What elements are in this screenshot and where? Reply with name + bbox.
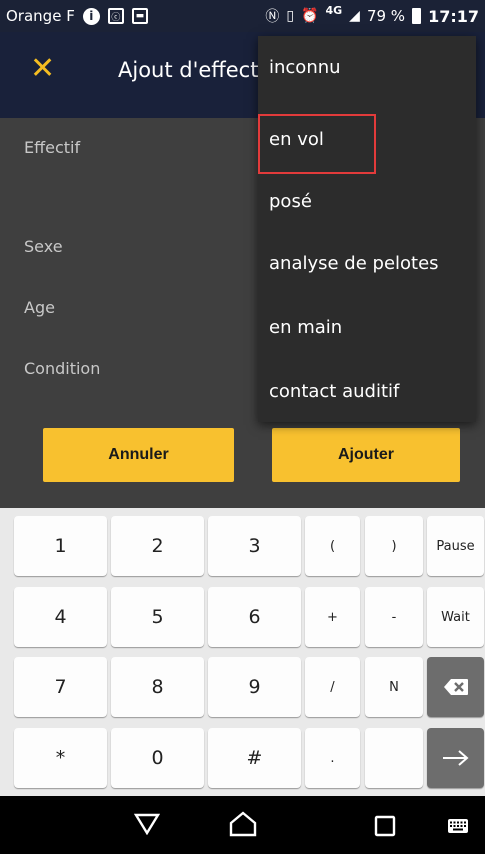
menu-item-inconnu[interactable]: inconnu [258,36,476,98]
key-pause[interactable]: Pause [427,516,484,576]
home-icon[interactable] [229,811,257,837]
key-5[interactable]: 5 [111,587,204,647]
enter-key[interactable] [427,728,484,788]
key-9[interactable]: 9 [208,657,301,717]
key-6[interactable]: 6 [208,587,301,647]
system-nav-bar [0,796,485,854]
key-n[interactable]: N [365,657,423,717]
clock: 17:17 [428,6,479,26]
page-title: Ajout d'effect [118,58,259,82]
backspace-key[interactable] [427,657,484,717]
label-condition: Condition [24,359,101,378]
condition-dropdown-menu: inconnu en vol posé analyse de pelotes e… [258,36,476,422]
network-type: 4G [325,3,343,17]
image-icon: ▬ [131,8,148,24]
key-1[interactable]: 1 [14,516,107,576]
recent-apps-icon[interactable] [374,815,396,837]
menu-item-analyse-de-pelotes[interactable]: analyse de pelotes [258,232,476,294]
key-plus[interactable]: + [305,587,360,647]
label-sexe: Sexe [24,237,63,256]
vibrate-icon: ▯ [286,8,295,24]
alarm-icon: ⏰ [301,8,319,24]
key-star[interactable]: * [14,728,107,788]
cancel-button[interactable]: Annuler [43,428,234,482]
key-4[interactable]: 4 [14,587,107,647]
key-wait[interactable]: Wait [427,587,484,647]
app-notification-icon: ⓒ [107,8,124,24]
key-8[interactable]: 8 [111,657,204,717]
key-blank[interactable] [365,728,423,788]
numeric-keypad: 1 2 3 ( ) Pause 4 5 6 + - Wait 7 8 9 / N… [0,508,485,796]
menu-item-pose[interactable]: posé [258,170,476,232]
key-close-paren[interactable]: ) [365,516,423,576]
add-button[interactable]: Ajouter [272,428,460,482]
key-3[interactable]: 3 [208,516,301,576]
key-2[interactable]: 2 [111,516,204,576]
battery-percent: 79 % [366,7,406,25]
signal-icon: ◢ [349,8,360,24]
key-7[interactable]: 7 [14,657,107,717]
key-slash[interactable]: / [305,657,360,717]
close-icon[interactable]: ✕ [30,54,55,84]
info-icon: i [82,7,100,25]
label-effectif: Effectif [24,138,81,157]
backspace-icon [443,679,468,695]
arrow-right-icon [442,750,469,766]
menu-item-en-main[interactable]: en main [258,296,476,358]
menu-item-contact-auditif[interactable]: contact auditif [258,360,476,422]
key-dot[interactable]: . [305,728,360,788]
menu-item-en-vol[interactable]: en vol [258,108,476,170]
key-open-paren[interactable]: ( [305,516,360,576]
key-minus[interactable]: - [365,587,423,647]
status-bar: Orange F i ⓒ ▬ Ⓝ ▯ ⏰ 4G ◢ 79 % 17:17 [0,0,485,32]
key-hash[interactable]: # [208,728,301,788]
key-0[interactable]: 0 [111,728,204,788]
back-triangle-icon[interactable] [134,813,160,835]
battery-icon [412,8,422,24]
nfc-icon: Ⓝ [265,9,280,25]
keyboard-icon[interactable] [447,818,469,834]
label-age: Age [24,298,55,317]
carrier-label: Orange F [6,7,75,25]
